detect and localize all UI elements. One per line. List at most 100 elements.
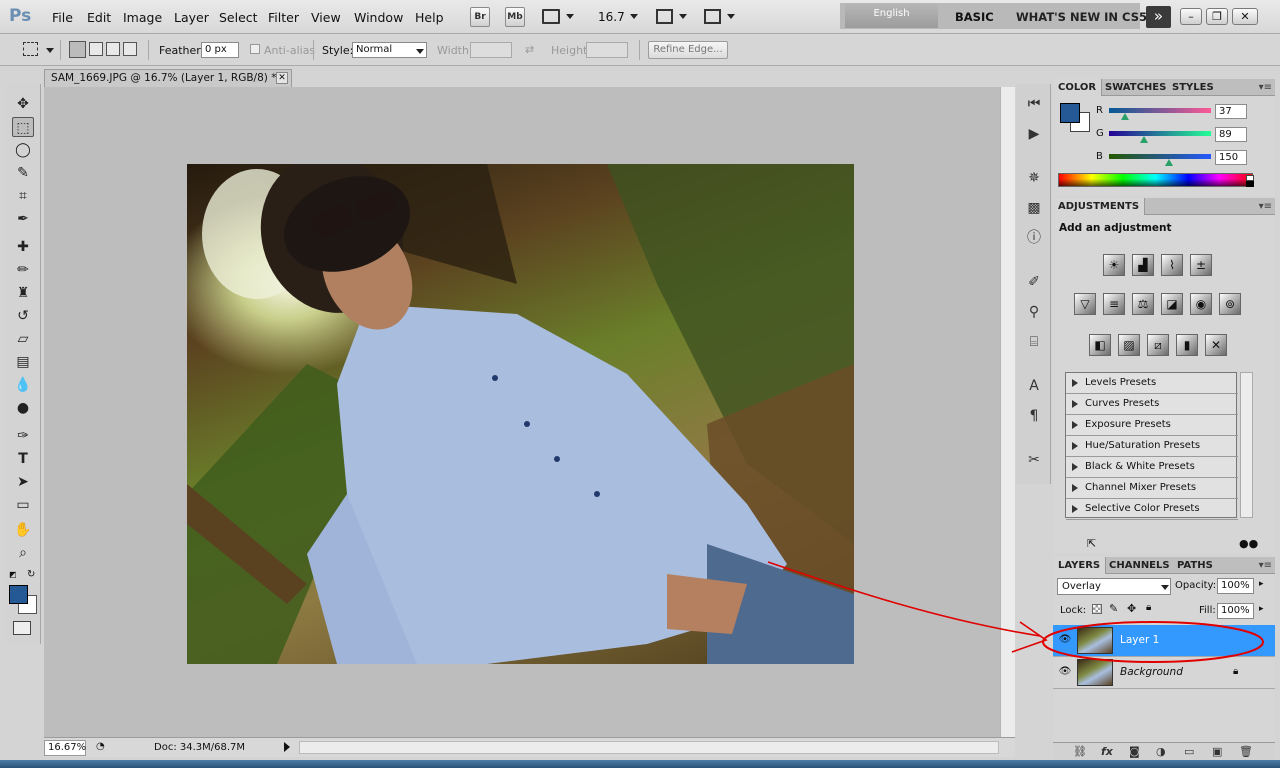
menu-filter[interactable]: Filter [268, 10, 299, 25]
paragraph-panel-icon[interactable]: ¶ [1024, 406, 1044, 426]
black-white-icon[interactable]: ◪ [1161, 293, 1183, 315]
screen-mode-icon[interactable] [704, 9, 721, 24]
menu-layer[interactable]: Layer [174, 10, 209, 25]
crop-tool-icon[interactable]: ⌗ [12, 186, 34, 206]
blend-mode-select[interactable]: Overlay [1057, 578, 1171, 595]
menu-help[interactable]: Help [415, 10, 444, 25]
zoom-tool-icon[interactable]: ⌕ [12, 543, 34, 563]
document-tab[interactable]: SAM_1669.JPG @ 16.7% (Layer 1, RGB/8) * [44, 69, 292, 87]
lock-pixels-icon[interactable]: ✎ [1109, 602, 1118, 615]
lock-transparency-icon[interactable] [1092, 604, 1102, 614]
curves-icon[interactable]: ⌇ [1161, 254, 1183, 276]
close-icon[interactable]: ✕ [1232, 8, 1258, 25]
restore-icon[interactable]: ❐ [1206, 8, 1228, 25]
actions-panel-icon[interactable]: ▶ [1024, 124, 1044, 144]
move-tool-icon[interactable]: ✥ [12, 94, 34, 114]
panel-menu-icon[interactable]: ▾≡ [1259, 82, 1272, 93]
add-selection-icon[interactable] [89, 42, 103, 56]
shape-tool-icon[interactable]: ▭ [12, 495, 34, 515]
menu-view[interactable]: View [311, 10, 341, 25]
eyedropper-icon[interactable]: ✒ [12, 209, 34, 229]
black-swatch[interactable] [1246, 181, 1254, 187]
layer-name[interactable]: Background [1120, 666, 1183, 678]
threshold-icon[interactable]: ⧄ [1147, 334, 1169, 356]
character-panel-icon[interactable]: A [1024, 376, 1044, 396]
swap-colors-icon[interactable]: ↻ [27, 569, 35, 580]
tab-styles[interactable]: STYLES [1167, 79, 1219, 96]
blur-icon[interactable]: 💧 [12, 375, 34, 395]
red-value-input[interactable]: 37 [1215, 104, 1247, 119]
zoom-status-field[interactable]: 16.67% [44, 740, 86, 756]
new-group-icon[interactable]: ▭ [1184, 745, 1194, 758]
link-layers-icon[interactable]: ⛓ [1073, 745, 1087, 758]
menu-edit[interactable]: Edit [87, 10, 111, 25]
foreground-color-swatch[interactable] [9, 585, 28, 604]
photo-filter-icon[interactable]: ◉ [1190, 293, 1212, 315]
hue-saturation-icon[interactable]: ≡ [1103, 293, 1125, 315]
path-select-icon[interactable]: ➤ [12, 472, 34, 492]
navigator-panel-icon[interactable]: ✵ [1024, 168, 1044, 188]
brush-tool-icon[interactable]: ✏ [12, 260, 34, 280]
view-extras-icon[interactable] [542, 9, 560, 24]
brightness-contrast-icon[interactable]: ☀ [1103, 254, 1125, 276]
tab-color[interactable]: COLOR [1053, 79, 1103, 96]
lock-position-icon[interactable]: ✥ [1127, 602, 1136, 615]
exposure-icon[interactable]: ± [1190, 254, 1212, 276]
antialias-checkbox[interactable] [250, 44, 260, 54]
more-workspaces-icon[interactable]: » [1146, 6, 1171, 28]
clone-stamp-icon[interactable]: ♜ [12, 283, 34, 303]
lasso-tool-icon[interactable]: ◯ [12, 140, 34, 160]
green-value-input[interactable]: 89 [1215, 127, 1247, 142]
feather-input[interactable]: 0 px [201, 42, 239, 58]
menu-file[interactable]: File [52, 10, 73, 25]
eraser-icon[interactable]: ▱ [12, 329, 34, 349]
chevron-down-icon[interactable] [566, 14, 574, 19]
layer-row-background[interactable]: 👁︎ Background 🔒︎ [1053, 657, 1275, 689]
document-image[interactable] [187, 164, 854, 664]
healing-brush-icon[interactable]: ✚ [12, 237, 34, 257]
chevron-down-icon[interactable] [727, 14, 735, 19]
green-slider[interactable] [1109, 131, 1211, 136]
hand-tool-icon[interactable]: ✋ [12, 520, 34, 540]
horizontal-scrollbar[interactable] [299, 741, 999, 754]
info-panel-icon[interactable]: ⓘ [1024, 228, 1044, 248]
workspace-whats-new[interactable]: WHAT'S NEW IN CS5 [1016, 10, 1147, 24]
list-item[interactable]: Curves Presets [1066, 394, 1238, 415]
delete-layer-icon[interactable]: 🗑︎ [1239, 745, 1253, 758]
list-item[interactable]: Channel Mixer Presets [1066, 478, 1238, 499]
subtract-selection-icon[interactable] [106, 42, 120, 56]
blue-slider[interactable] [1109, 154, 1211, 159]
tab-channels[interactable]: CHANNELS [1104, 557, 1175, 574]
green-slider-thumb[interactable] [1140, 136, 1148, 143]
tool-presets-icon[interactable]: ⌸ [1024, 332, 1044, 352]
chevron-down-icon[interactable] [46, 48, 54, 53]
chevron-down-icon[interactable] [679, 14, 687, 19]
add-mask-icon[interactable]: ◙ [1129, 745, 1140, 758]
new-layer-icon[interactable]: ▣ [1212, 745, 1222, 758]
intersect-selection-icon[interactable] [123, 42, 137, 56]
posterize-icon[interactable]: ▨ [1118, 334, 1140, 356]
gradient-map-icon[interactable]: ▮ [1176, 334, 1198, 356]
tab-adjustments[interactable]: ADJUSTMENTS [1053, 198, 1146, 215]
status-info-icon[interactable]: ◔ [96, 741, 105, 752]
opacity-slider-icon[interactable]: ▸ [1259, 579, 1264, 589]
clone-source-icon[interactable]: ⚲ [1024, 302, 1044, 322]
tab-layers[interactable]: LAYERS [1053, 557, 1107, 574]
new-selection-icon[interactable] [69, 41, 86, 58]
workspace-basic[interactable]: BASIC [955, 10, 994, 24]
list-item[interactable]: Exposure Presets [1066, 415, 1238, 436]
channel-mixer-icon[interactable]: ⊚ [1219, 293, 1241, 315]
quick-mask-icon[interactable] [13, 621, 31, 635]
histogram-panel-icon[interactable]: ▩ [1024, 198, 1044, 218]
visibility-eye-icon[interactable]: 👁︎ [1057, 633, 1073, 647]
arrange-documents-icon[interactable] [656, 9, 673, 24]
invert-icon[interactable]: ◧ [1089, 334, 1111, 356]
list-item[interactable]: Levels Presets [1066, 373, 1238, 394]
gradient-icon[interactable]: ▤ [12, 352, 34, 372]
chevron-down-icon[interactable] [630, 14, 638, 19]
fill-slider-icon[interactable]: ▸ [1259, 604, 1264, 614]
width-input[interactable] [470, 42, 512, 58]
menu-select[interactable]: Select [219, 10, 258, 25]
zoom-level-select[interactable]: 16.7 [598, 10, 625, 24]
foreground-color-swatch[interactable] [1060, 103, 1080, 123]
